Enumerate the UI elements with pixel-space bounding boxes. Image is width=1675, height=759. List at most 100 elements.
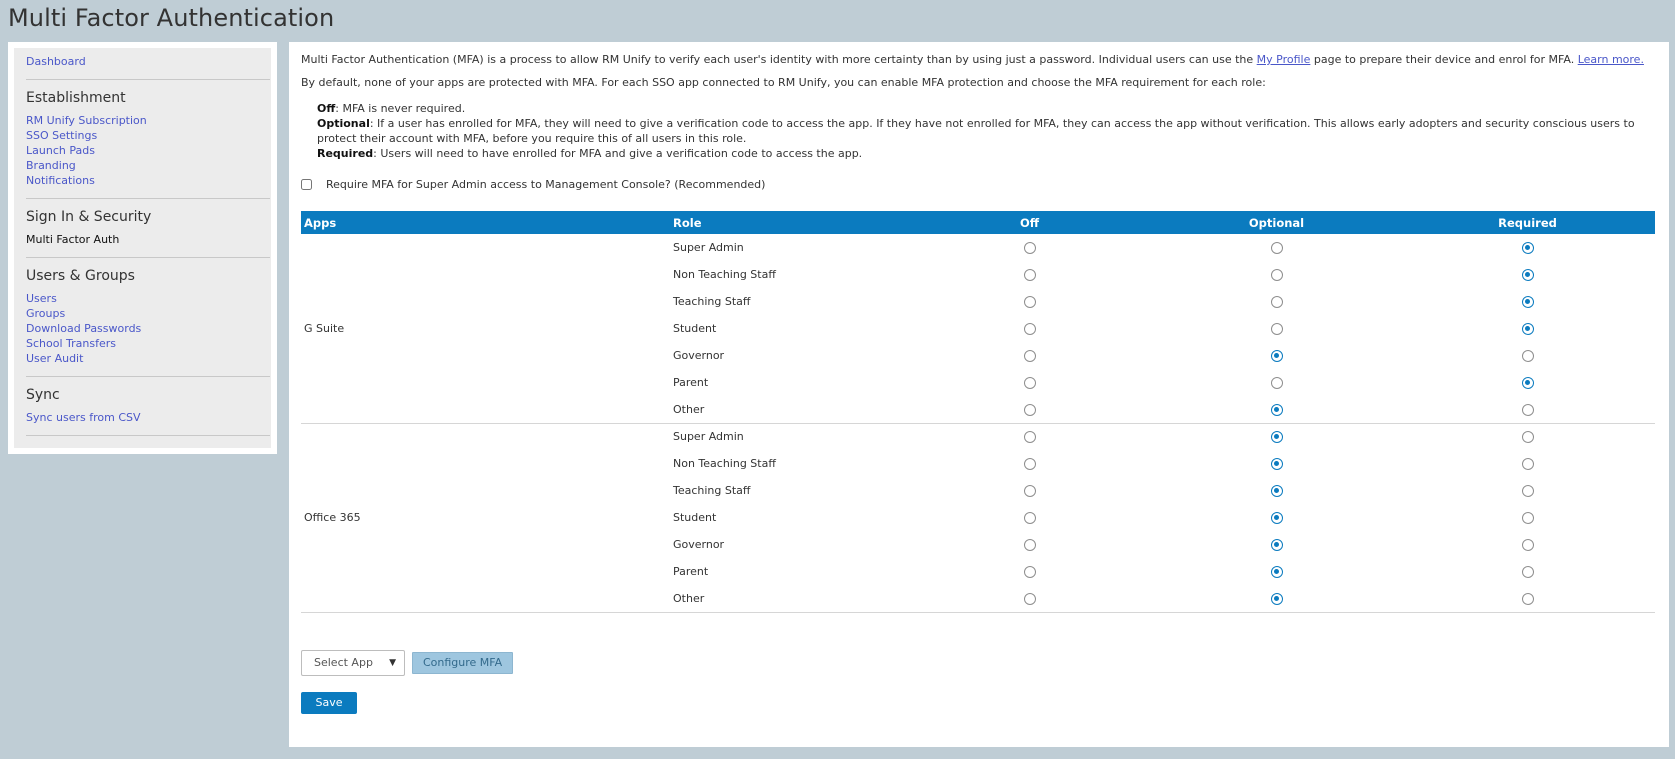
- column-header-role: Role: [670, 211, 906, 234]
- radio-cell-optional: [1153, 369, 1400, 396]
- mfa-options-list: Off: MFA is never required. Optional: If…: [317, 101, 1657, 161]
- sidebar-item-groups[interactable]: Groups: [20, 306, 265, 321]
- sidebar-item-launch-pads[interactable]: Launch Pads: [20, 143, 265, 158]
- radio-optional[interactable]: [1270, 539, 1283, 551]
- radio-cell-off: [906, 261, 1153, 288]
- radio-cell-off: [906, 396, 1153, 424]
- radio-cell-optional: [1153, 450, 1400, 477]
- radio-required[interactable]: [1521, 377, 1534, 389]
- nav-group-users-groups: Users & Groups Users Groups Download Pas…: [20, 268, 265, 366]
- sidebar-item-school-transfers[interactable]: School Transfers: [20, 336, 265, 351]
- radio-optional[interactable]: [1270, 485, 1283, 497]
- radio-off[interactable]: [1023, 458, 1036, 470]
- radio-required[interactable]: [1521, 431, 1534, 444]
- radio-off[interactable]: [1023, 350, 1036, 362]
- my-profile-link[interactable]: My Profile: [1257, 53, 1311, 66]
- radio-cell-required: [1400, 585, 1655, 613]
- radio-required[interactable]: [1521, 242, 1534, 254]
- sidebar-item-branding[interactable]: Branding: [20, 158, 265, 173]
- role-cell: Non Teaching Staff: [673, 457, 776, 470]
- radio-required[interactable]: [1521, 323, 1534, 335]
- sidebar-item-rm-unify-subscription[interactable]: RM Unify Subscription: [20, 113, 265, 128]
- radio-cell-optional: [1153, 342, 1400, 369]
- super-admin-mfa-row: Require MFA for Super Admin access to Ma…: [301, 178, 1657, 191]
- radio-off[interactable]: [1023, 485, 1036, 497]
- column-header-required: Required: [1400, 211, 1655, 234]
- super-admin-mfa-label[interactable]: Require MFA for Super Admin access to Ma…: [326, 178, 765, 191]
- radio-required[interactable]: [1521, 592, 1534, 605]
- radio-cell-required: [1400, 315, 1655, 342]
- role-cell: Super Admin: [673, 430, 744, 444]
- save-button[interactable]: Save: [301, 691, 357, 714]
- radio-cell-optional: [1153, 531, 1400, 558]
- caret-down-icon: ▼: [389, 657, 396, 668]
- select-app-value: Select App: [314, 656, 373, 669]
- option-off: Off: MFA is never required.: [317, 101, 1657, 116]
- option-term: Optional: [317, 117, 370, 130]
- radio-cell-off: [906, 315, 1153, 342]
- learn-more-link[interactable]: Learn more.: [1578, 53, 1644, 66]
- radio-required[interactable]: [1521, 485, 1534, 497]
- sidebar-item-users[interactable]: Users: [20, 291, 265, 306]
- radio-required[interactable]: [1521, 296, 1534, 308]
- select-app-dropdown[interactable]: Select App ▼: [301, 649, 405, 676]
- radio-off[interactable]: [1023, 403, 1036, 416]
- super-admin-mfa-checkbox[interactable]: [301, 179, 312, 190]
- radio-cell-optional: [1153, 558, 1400, 585]
- radio-off[interactable]: [1023, 592, 1036, 605]
- radio-optional[interactable]: [1270, 350, 1283, 362]
- sidebar-item-sso-settings[interactable]: SSO Settings: [20, 128, 265, 143]
- sidebar-item-user-audit[interactable]: User Audit: [20, 351, 265, 366]
- radio-required[interactable]: [1521, 350, 1534, 362]
- bottom-controls: Select App ▼ Configure MFA: [301, 649, 1657, 676]
- radio-off[interactable]: [1023, 431, 1036, 444]
- radio-required[interactable]: [1521, 269, 1534, 281]
- radio-off[interactable]: [1023, 269, 1036, 281]
- configure-mfa-button[interactable]: Configure MFA: [412, 651, 514, 674]
- radio-off[interactable]: [1023, 296, 1036, 308]
- radio-cell-required: [1400, 396, 1655, 424]
- sidebar-item-notifications[interactable]: Notifications: [20, 173, 265, 188]
- radio-cell-off: [906, 558, 1153, 585]
- radio-optional[interactable]: [1270, 566, 1283, 578]
- sidebar-item-dashboard[interactable]: Dashboard: [20, 54, 265, 69]
- radio-optional[interactable]: [1270, 458, 1283, 470]
- radio-required[interactable]: [1521, 566, 1534, 578]
- radio-off[interactable]: [1023, 242, 1036, 254]
- radio-optional[interactable]: [1270, 269, 1283, 281]
- radio-cell-optional: [1153, 585, 1400, 613]
- radio-optional[interactable]: [1270, 592, 1283, 605]
- radio-optional[interactable]: [1270, 403, 1283, 416]
- sidebar-item-sync-users-from-csv[interactable]: Sync users from CSV: [20, 410, 265, 425]
- radio-optional[interactable]: [1270, 431, 1283, 444]
- radio-cell-off: [906, 504, 1153, 531]
- radio-off[interactable]: [1023, 512, 1036, 524]
- radio-off[interactable]: [1023, 377, 1036, 389]
- radio-required[interactable]: [1521, 539, 1534, 551]
- default-paragraph: By default, none of your apps are protec…: [301, 76, 1266, 89]
- column-header-optional: Optional: [1153, 211, 1400, 234]
- radio-optional[interactable]: [1270, 296, 1283, 308]
- option-optional: Optional: If a user has enrolled for MFA…: [317, 116, 1657, 146]
- radio-required[interactable]: [1521, 403, 1534, 416]
- radio-cell-off: [906, 288, 1153, 315]
- radio-cell-off: [906, 423, 1153, 450]
- radio-optional[interactable]: [1270, 512, 1283, 524]
- role-cell: Parent: [673, 376, 709, 389]
- radio-cell-optional: [1153, 477, 1400, 504]
- main-panel: Multi Factor Authentication (MFA) is a p…: [289, 42, 1669, 747]
- radio-required[interactable]: [1521, 512, 1534, 524]
- radio-cell-required: [1400, 261, 1655, 288]
- radio-optional[interactable]: [1270, 377, 1283, 389]
- radio-off[interactable]: [1023, 323, 1036, 335]
- radio-off[interactable]: [1023, 539, 1036, 551]
- radio-required[interactable]: [1521, 458, 1534, 470]
- radio-optional[interactable]: [1270, 323, 1283, 335]
- sidebar-item-download-passwords[interactable]: Download Passwords: [20, 321, 265, 336]
- radio-cell-required: [1400, 288, 1655, 315]
- radio-optional[interactable]: [1270, 242, 1283, 254]
- radio-off[interactable]: [1023, 566, 1036, 578]
- role-cell: Student: [673, 322, 717, 335]
- sidebar-item-multi-factor-auth[interactable]: Multi Factor Auth: [20, 232, 265, 247]
- nav-group-sign-in-security: Sign In & Security Multi Factor Auth: [20, 209, 265, 247]
